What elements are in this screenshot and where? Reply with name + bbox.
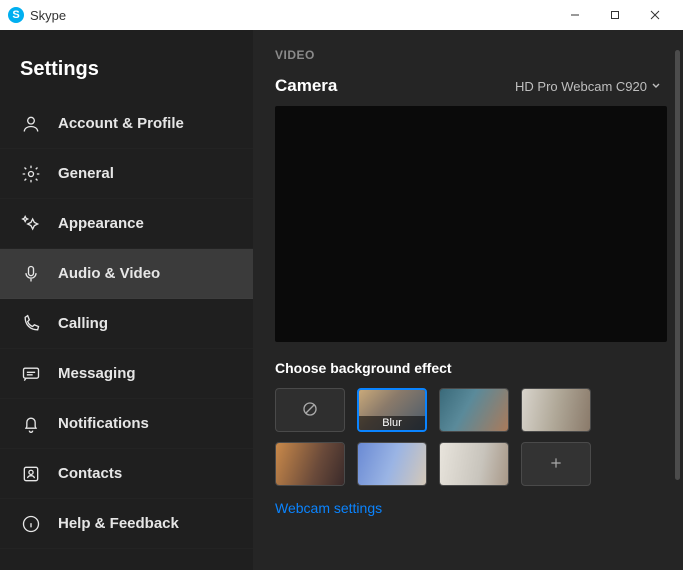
sidebar-item-label: Messaging [58, 365, 136, 382]
gear-icon [20, 163, 42, 185]
bg-effect-blur[interactable]: Blur [357, 388, 427, 432]
bg-tile-label: Blur [359, 416, 425, 430]
settings-title: Settings [0, 30, 253, 99]
bg-effect-image-5[interactable] [439, 442, 509, 486]
bg-thumbnail [276, 443, 344, 485]
sidebar-item-help-feedback[interactable]: Help & Feedback [0, 499, 253, 549]
sidebar-item-account-profile[interactable]: Account & Profile [0, 99, 253, 149]
app-name: Skype [30, 8, 66, 23]
camera-selected-value: HD Pro Webcam C920 [515, 79, 647, 94]
bg-effect-image-1[interactable] [439, 388, 509, 432]
bg-thumbnail [440, 389, 508, 431]
sidebar-item-label: Calling [58, 315, 108, 332]
window-titlebar: S Skype [0, 0, 683, 30]
sidebar-item-label: Audio & Video [58, 265, 160, 282]
skype-logo-icon: S [8, 7, 24, 23]
sidebar-item-label: General [58, 165, 114, 182]
maximize-button[interactable] [595, 0, 635, 30]
sidebar-item-label: Contacts [58, 465, 122, 482]
main-panel: VIDEO Camera HD Pro Webcam C920 Choose b… [253, 30, 683, 570]
bg-thumbnail [522, 389, 590, 431]
video-section-label: VIDEO [275, 48, 661, 62]
sidebar-item-label: Notifications [58, 415, 149, 432]
sidebar-item-contacts[interactable]: Contacts [0, 449, 253, 499]
sparkle-icon [20, 213, 42, 235]
bg-effect-add[interactable] [521, 442, 591, 486]
sidebar-item-notifications[interactable]: Notifications [0, 399, 253, 449]
chevron-down-icon [651, 79, 661, 94]
camera-preview [275, 106, 667, 342]
sidebar-item-appearance[interactable]: Appearance [0, 199, 253, 249]
sidebar-item-label: Account & Profile [58, 115, 184, 132]
bell-icon [20, 413, 42, 435]
camera-title: Camera [275, 76, 337, 96]
webcam-settings-link[interactable]: Webcam settings [275, 500, 661, 516]
info-icon [20, 513, 42, 535]
none-icon [301, 400, 319, 421]
plus-icon [548, 455, 564, 474]
bg-effect-image-4[interactable] [357, 442, 427, 486]
background-effect-grid: Blur [275, 388, 661, 486]
sidebar-item-messaging[interactable]: Messaging [0, 349, 253, 399]
main-scrollbar[interactable] [675, 50, 680, 480]
camera-select-dropdown[interactable]: HD Pro Webcam C920 [515, 79, 661, 94]
bg-effect-image-2[interactable] [521, 388, 591, 432]
phone-icon [20, 313, 42, 335]
close-button[interactable] [635, 0, 675, 30]
bg-thumbnail [440, 443, 508, 485]
sidebar-item-label: Appearance [58, 215, 144, 232]
minimize-button[interactable] [555, 0, 595, 30]
contacts-icon [20, 463, 42, 485]
microphone-icon [20, 263, 42, 285]
bg-thumbnail [358, 443, 426, 485]
bg-effect-none[interactable] [275, 388, 345, 432]
person-icon [20, 113, 42, 135]
background-effect-label: Choose background effect [275, 360, 661, 376]
sidebar-item-audio-video[interactable]: Audio & Video [0, 249, 253, 299]
sidebar-item-general[interactable]: General [0, 149, 253, 199]
sidebar-item-calling[interactable]: Calling [0, 299, 253, 349]
settings-sidebar: Settings Account & Profile General Appea… [0, 30, 253, 570]
bg-effect-image-3[interactable] [275, 442, 345, 486]
sidebar-item-label: Help & Feedback [58, 515, 179, 532]
message-icon [20, 363, 42, 385]
